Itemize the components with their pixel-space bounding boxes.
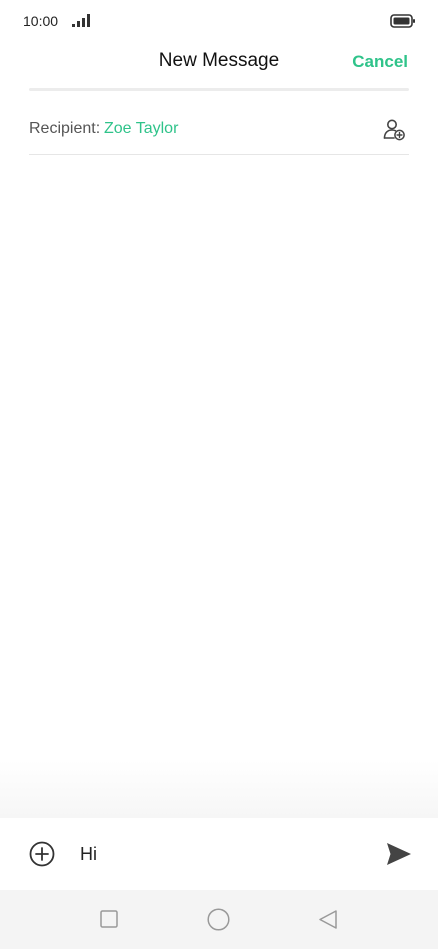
circle-icon[interactable]: [207, 908, 230, 931]
header-divider: [29, 88, 409, 91]
status-time: 10:00: [23, 13, 59, 29]
add-contact-icon[interactable]: [382, 117, 406, 141]
new-message-screen: 10:00 New Message Cancel Recipient: Zoe …: [0, 0, 438, 949]
recipient-field[interactable]: Recipient: Zoe Taylor: [29, 104, 409, 155]
signal-bars-icon: [72, 14, 90, 27]
cancel-button[interactable]: Cancel: [352, 52, 408, 72]
compose-bar: [0, 818, 438, 890]
send-icon[interactable]: [386, 842, 412, 866]
recipient-label: Recipient:: [29, 120, 101, 137]
battery-icon: [390, 14, 415, 28]
navigation-bar: [0, 890, 438, 949]
plus-circle-icon[interactable]: [29, 841, 55, 867]
header: New Message Cancel: [0, 40, 438, 84]
triangle-back-icon[interactable]: [318, 909, 338, 930]
square-icon[interactable]: [100, 910, 118, 928]
message-input[interactable]: [80, 840, 360, 868]
status-bar: 10:00: [0, 0, 438, 40]
recipient-chip[interactable]: Zoe Taylor: [104, 120, 178, 138]
scroll-fade: [0, 760, 438, 818]
